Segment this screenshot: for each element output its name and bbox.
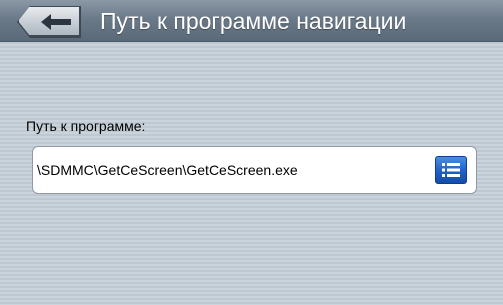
back-arrow-icon — [41, 14, 71, 30]
path-label: Путь к программе: — [26, 118, 146, 134]
browse-button[interactable] — [435, 156, 467, 184]
page-title: Путь к программе навигации — [100, 8, 407, 34]
path-value: \SDMMC\GetCeScreen\GetCeScreen.exe — [37, 162, 298, 178]
title-bar: Путь к программе навигации — [0, 0, 503, 42]
back-button[interactable] — [18, 6, 80, 36]
list-icon — [442, 163, 460, 177]
path-field[interactable]: \SDMMC\GetCeScreen\GetCeScreen.exe — [32, 146, 477, 194]
